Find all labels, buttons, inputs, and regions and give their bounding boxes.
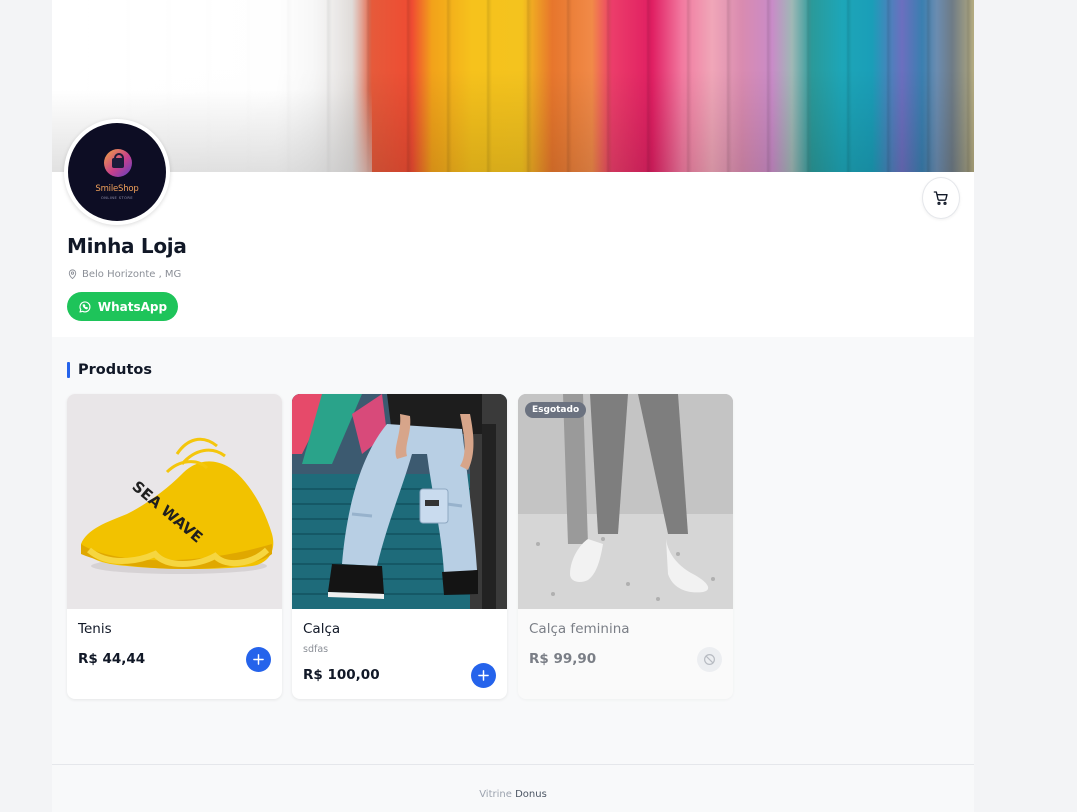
location-text: Belo Horizonte , MG	[82, 268, 182, 280]
footer: Vitrine Donus	[52, 764, 974, 812]
whatsapp-label: WhatsApp	[97, 299, 168, 314]
product-name: Tenis	[78, 621, 112, 637]
sold-out-badge: Esgotado	[525, 402, 587, 418]
product-card[interactable]: SEA WAVE Tenis R$ 44,44	[67, 394, 282, 699]
store-avatar: SmileShop ONLINE STORE	[64, 119, 170, 225]
cart-icon	[933, 191, 948, 205]
add-to-cart-button[interactable]	[471, 663, 496, 688]
section-title-text: Produtos	[78, 362, 152, 378]
store-banner	[52, 0, 974, 172]
product-price: R$ 99,90	[529, 651, 597, 667]
store-location: Belo Horizonte , MG	[67, 267, 181, 281]
product-price: R$ 44,44	[78, 651, 146, 667]
product-price: R$ 100,00	[303, 667, 380, 683]
unavailable-button	[697, 647, 722, 672]
cart-button[interactable]	[922, 177, 960, 219]
products-section-title: Produtos	[67, 361, 152, 379]
footer-credit: Vitrine Donus	[52, 789, 974, 800]
shopping-bag-icon	[104, 149, 132, 177]
section-accent-bar	[67, 362, 70, 378]
product-image: Esgotado	[518, 394, 733, 609]
logo-subtext: ONLINE STORE	[100, 196, 134, 200]
product-image: SEA WAVE	[67, 394, 282, 609]
plus-icon	[253, 654, 264, 665]
store-header	[52, 172, 974, 337]
whatsapp-icon	[79, 300, 91, 313]
footer-brand-link[interactable]: Donus	[515, 789, 547, 800]
logo-text: SmileShop	[95, 184, 139, 194]
product-description: sdfas	[303, 644, 329, 655]
product-image	[292, 394, 507, 609]
product-name: Calça feminina	[529, 621, 630, 637]
plus-icon	[478, 670, 489, 681]
map-pin-icon	[68, 269, 77, 280]
product-name: Calça	[303, 621, 341, 637]
banner-image	[52, 0, 974, 172]
product-card: Esgotado Calça feminina R$ 99,90	[518, 394, 733, 699]
product-card[interactable]: Calça sdfas R$ 100,00	[292, 394, 507, 699]
store-name: Minha Loja	[67, 234, 187, 258]
add-to-cart-button[interactable]	[246, 647, 271, 672]
whatsapp-button[interactable]: WhatsApp	[67, 292, 178, 321]
ban-icon	[704, 654, 715, 665]
footer-prefix: Vitrine	[479, 789, 512, 800]
store-logo: SmileShop ONLINE STORE	[68, 123, 166, 221]
